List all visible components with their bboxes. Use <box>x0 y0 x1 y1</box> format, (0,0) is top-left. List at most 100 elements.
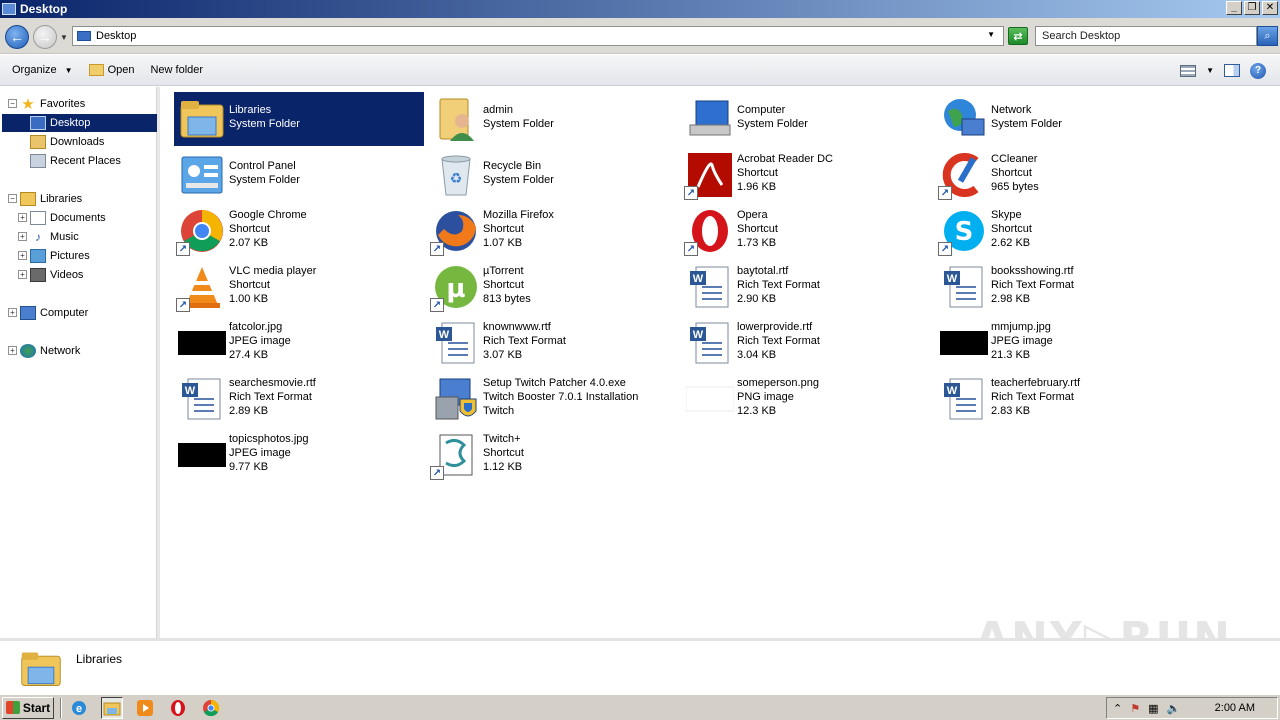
forward-arrow-icon: → <box>38 29 52 45</box>
item-name: lowerprovide.rtf <box>737 321 813 333</box>
command-bar: Organize ▼ Open New folder ▼ ? <box>0 55 1280 86</box>
search-input[interactable]: Search Desktop <box>1035 26 1257 46</box>
item-name: Opera <box>737 209 768 221</box>
item-type: Rich Text Format <box>737 279 820 291</box>
change-view-icon[interactable] <box>1180 64 1197 77</box>
expand-icon[interactable]: + <box>8 346 17 355</box>
expand-icon[interactable]: + <box>18 270 27 279</box>
file-item-libraries[interactable]: Libraries System Folder <box>174 92 424 146</box>
collapse-icon[interactable]: − <box>8 194 17 203</box>
file-item-searchesmovie[interactable]: W searchesmovie.rtf Rich Text Format 2.89 … <box>174 372 424 426</box>
file-item-vlc[interactable]: ↗ VLC media player Shortcut 1.00 KB <box>174 260 424 314</box>
file-item-baytotal[interactable]: W baytotal.rtf Rich Text Format 2.90 KB <box>682 260 932 314</box>
address-dropdown-icon[interactable]: ▼ <box>987 30 995 39</box>
expand-icon[interactable]: + <box>18 213 27 222</box>
item-name: mmjump.jpg <box>991 321 1051 333</box>
item-type: Rich Text Format <box>229 391 312 403</box>
taskbar-opera[interactable] <box>167 697 189 719</box>
nav-music[interactable]: + ♪ Music <box>0 228 157 246</box>
collapse-icon[interactable]: − <box>8 99 17 108</box>
clock[interactable]: 2:00 AM <box>1215 702 1255 714</box>
preview-pane-icon[interactable] <box>1224 64 1240 77</box>
new-folder-button[interactable]: New folder <box>150 64 203 76</box>
item-company: Twitch <box>483 405 515 417</box>
chevron-down-icon: ▼ <box>64 65 73 75</box>
show-hidden-icons-icon[interactable]: ⌃ <box>1113 702 1122 715</box>
nav-network[interactable]: + Network <box>0 342 157 360</box>
file-item-recycle-bin[interactable]: ♻ Recycle Bin System Folder <box>428 148 678 202</box>
nav-favorites[interactable]: − ★ Favorites <box>0 95 157 113</box>
file-item-acrobat[interactable]: ↗ Acrobat Reader DC Shortcut 1.96 KB <box>682 148 932 202</box>
file-item-network[interactable]: Network System Folder <box>936 92 1186 146</box>
nav-pictures[interactable]: + Pictures <box>0 247 157 265</box>
shortcut-arrow-icon: ↗ <box>176 298 190 312</box>
file-item-knownwww[interactable]: W knownwww.rtf Rich Text Format 3.07 KB <box>428 316 678 370</box>
expand-icon[interactable]: + <box>8 308 17 317</box>
volume-icon[interactable]: 🔈 <box>1167 702 1181 715</box>
open-folder-icon <box>88 64 104 76</box>
shortcut-arrow-icon: ↗ <box>176 242 190 256</box>
item-type: Shortcut <box>737 167 778 179</box>
item-type: Rich Text Format <box>991 391 1074 403</box>
file-item-control-panel[interactable]: Control Panel System Folder <box>174 148 424 202</box>
recent-pages-dropdown[interactable]: ▼ <box>60 33 68 42</box>
taskbar-media-player[interactable] <box>134 697 156 719</box>
nav-downloads[interactable]: Downloads <box>2 133 157 151</box>
desktop-icon <box>77 31 91 41</box>
forward-button[interactable]: → <box>33 25 57 49</box>
taskbar-chrome[interactable] <box>200 697 222 719</box>
file-item-twitch-plus[interactable]: ↗ Twitch+ Shortcut 1.12 KB <box>428 428 678 482</box>
file-item-skype[interactable]: S ↗ Skype Shortcut 2.62 KB <box>936 204 1186 258</box>
organize-button[interactable]: Organize ▼ <box>12 64 73 76</box>
file-item-lowerprovide[interactable]: W lowerprovide.rtf Rich Text Format 3.04 K… <box>682 316 932 370</box>
file-item-ccleaner[interactable]: ↗ CCleaner Shortcut 965 bytes <box>936 148 1186 202</box>
file-item-chrome[interactable]: ↗ Google Chrome Shortcut 2.07 KB <box>174 204 424 258</box>
item-type: System Folder <box>229 174 300 186</box>
nav-desktop[interactable]: Desktop <box>2 114 157 132</box>
item-name: Control Panel <box>229 160 296 172</box>
nav-computer[interactable]: + Computer <box>0 304 157 322</box>
expand-icon[interactable]: + <box>18 251 27 260</box>
file-item-computer[interactable]: Computer System Folder <box>682 92 932 146</box>
open-button[interactable]: Open <box>88 64 134 76</box>
action-center-flag-icon[interactable]: ⚑ <box>1130 702 1140 715</box>
refresh-button[interactable]: ⇄ <box>1008 27 1028 45</box>
back-button[interactable]: ← <box>5 25 29 49</box>
search-placeholder: Search Desktop <box>1042 30 1121 42</box>
nav-videos[interactable]: + Videos <box>0 266 157 284</box>
file-item-setup-twitch-patcher[interactable]: Setup Twitch Patcher 4.0.exe Twitch Boost… <box>428 372 678 426</box>
item-name: booksshowing.rtf <box>991 265 1074 277</box>
item-size: 965 bytes <box>991 181 1039 193</box>
help-icon[interactable]: ? <box>1250 62 1266 79</box>
start-button[interactable]: Start <box>2 696 54 719</box>
minimize-button[interactable]: _ <box>1226 1 1242 15</box>
nav-libraries[interactable]: − Libraries <box>0 190 157 208</box>
item-size: 1.00 KB <box>229 293 269 305</box>
network-status-icon[interactable]: ▦ <box>1148 702 1158 715</box>
close-button[interactable]: ✕ <box>1262 1 1278 15</box>
item-size: 2.83 KB <box>991 405 1031 417</box>
nav-documents[interactable]: + Documents <box>0 209 157 227</box>
nav-pictures-label: Pictures <box>50 250 90 262</box>
nav-videos-label: Videos <box>50 269 84 281</box>
file-item-admin[interactable]: admin System Folder <box>428 92 678 146</box>
videos-icon <box>30 268 46 282</box>
restore-button[interactable]: ❐ <box>1244 1 1260 15</box>
file-item-utorrent[interactable]: µ ↗ µTorrent Shortcut 813 bytes <box>428 260 678 314</box>
nav-recent-places[interactable]: Recent Places <box>2 152 157 170</box>
taskbar-ie[interactable]: e <box>68 697 90 719</box>
file-item-fatcolor[interactable]: fatcolor.jpg JPEG image 27.4 KB <box>174 316 424 370</box>
file-item-firefox[interactable]: ↗ Mozilla Firefox Shortcut 1.07 KB <box>428 204 678 258</box>
taskbar-explorer[interactable] <box>101 696 123 719</box>
file-item-booksshowing[interactable]: W booksshowing.rtf Rich Text Format 2.98 K… <box>936 260 1186 314</box>
file-item-mmjump[interactable]: mmjump.jpg JPEG image 21.3 KB <box>936 316 1186 370</box>
expand-icon[interactable]: + <box>18 232 27 241</box>
search-button[interactable]: ⌕ <box>1257 26 1278 46</box>
file-item-topicsphotos[interactable]: topicsphotos.jpg JPEG image 9.77 KB <box>174 428 424 482</box>
address-bar[interactable]: Desktop ▼ <box>72 26 1004 46</box>
view-options-dropdown[interactable]: ▼ <box>1206 66 1214 75</box>
file-item-opera[interactable]: ↗ Opera Shortcut 1.73 KB <box>682 204 932 258</box>
rtf-document-icon: W <box>690 266 729 308</box>
file-item-teacherfebruary[interactable]: W teacherfebruary.rtf Rich Text Format 2.8… <box>936 372 1186 426</box>
file-item-someperson[interactable]: someperson.png PNG image 12.3 KB <box>682 372 932 426</box>
